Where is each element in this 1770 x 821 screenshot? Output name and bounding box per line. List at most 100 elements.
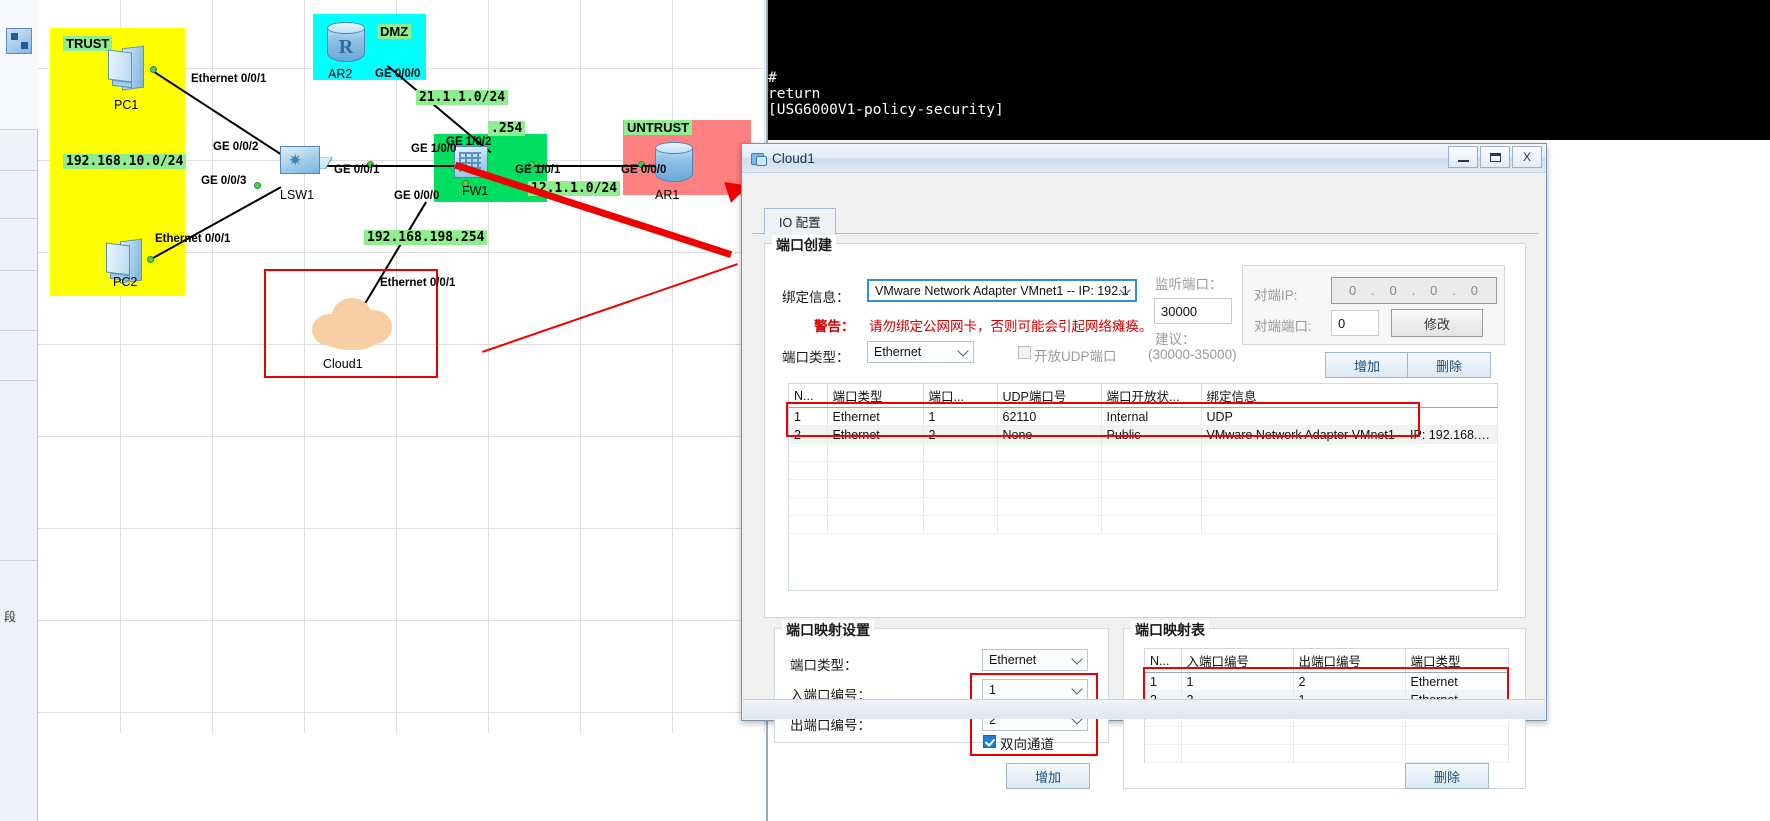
subnet-label-dmz: 21.1.1.0/24 xyxy=(416,90,509,105)
canvas-bottom-area xyxy=(38,733,768,821)
chevron-down-icon xyxy=(1071,653,1083,665)
peer-port-input[interactable]: 0 xyxy=(1331,310,1379,336)
cli-line: action permit xyxy=(768,53,1770,69)
peer-ip-octet: 0 xyxy=(1430,283,1439,298)
zone-label-untrust: UNTRUST xyxy=(624,120,693,135)
listen-port-value: 30000 xyxy=(1161,303,1198,319)
table-row-empty xyxy=(1145,726,1509,745)
peer-ip-octet: 0 xyxy=(1470,283,1479,298)
peer-ip-octet: 0 xyxy=(1348,283,1358,298)
dialog-body: IO 配置 端口创建 绑定信息： VMware Network Adapter … xyxy=(742,173,1546,789)
add-mapping-button[interactable]: 增加 xyxy=(1006,763,1090,789)
map-port-type-label: 端口类型： xyxy=(790,658,858,673)
map-port-type-select[interactable]: Ethernet xyxy=(982,649,1088,671)
minimize-button[interactable] xyxy=(1448,146,1478,168)
device-label-lsw1: LSW1 xyxy=(280,188,315,202)
bind-info-select[interactable]: VMware Network Adapter VMnet1 -- IP: 192… xyxy=(867,279,1137,302)
delete-mapping-button[interactable]: 删除 xyxy=(1405,763,1489,789)
device-label-ar1: AR1 xyxy=(655,188,680,202)
peer-port-label: 对端端口: xyxy=(1254,319,1312,334)
dialog-statusbar xyxy=(743,699,1545,719)
mapping-table-title: 端口映射表 xyxy=(1131,620,1209,640)
cli-line: # xyxy=(768,69,777,86)
device-label-ar2: AR2 xyxy=(328,67,353,81)
subnet-label-dot254: .254 xyxy=(488,121,526,136)
dialog-title-text: Cloud1 xyxy=(772,150,815,166)
iface-lsw1-ge001: GE 0/0/1 xyxy=(334,164,380,176)
port-type-select[interactable]: Ethernet xyxy=(867,341,974,363)
iface-fw1-ge101: GE 1/0/1 xyxy=(515,164,561,176)
peer-ip-octet: 0 xyxy=(1389,283,1398,298)
port-table-highlight-box xyxy=(786,402,1420,437)
maximize-button[interactable] xyxy=(1480,146,1510,168)
network-device-icon[interactable] xyxy=(6,28,32,54)
peer-ip-input[interactable]: 0 . 0 . 0 . 0 xyxy=(1331,277,1497,304)
cli-line: [USG6000V1-policy-security] xyxy=(768,102,1004,119)
rail-divider xyxy=(0,218,38,219)
iface-ar2-ge000: GE 0/0/0 xyxy=(375,68,421,80)
device-ar1-icon[interactable] xyxy=(651,140,697,186)
listen-port-label: 监听端口： xyxy=(1155,277,1223,292)
subnet-label-cloud: 192.168.198.254 xyxy=(364,230,488,245)
table-row-empty xyxy=(789,443,1498,462)
link-endpoint-dot xyxy=(254,182,261,189)
iface-lsw1-ge002: GE 0/0/2 xyxy=(213,141,259,153)
port-type-value: Ethernet xyxy=(874,345,922,359)
tab-io-config[interactable]: IO 配置 xyxy=(764,208,836,234)
open-udp-checkbox[interactable] xyxy=(1018,346,1031,359)
ip-dot-separator: . xyxy=(1411,283,1417,298)
rail-divider xyxy=(0,380,38,381)
device-label-fw1: FW1 xyxy=(462,184,489,198)
ip-dot-separator: . xyxy=(1371,283,1376,298)
topology-canvas[interactable]: TRUST PC1 Ethernet 0/0/1 PC2 Ethernet 0/… xyxy=(38,0,768,733)
iface-ar1-ge000: GE 0/0/0 xyxy=(621,164,667,176)
table-row-empty xyxy=(789,479,1498,498)
iface-pc1-eth001: Ethernet 0/0/1 xyxy=(191,73,267,85)
peer-port-value: 0 xyxy=(1338,315,1346,331)
map-port-type-value: Ethernet xyxy=(989,653,1037,667)
link-endpoint-dot xyxy=(147,256,154,263)
add-port-button[interactable]: 增加 xyxy=(1325,352,1409,378)
close-button[interactable]: X xyxy=(1512,146,1542,168)
cli-line: destination-zone untrust xyxy=(768,37,1770,53)
rail-bottom-label: 段 xyxy=(4,610,17,624)
dialog-titlebar[interactable]: Cloud1 X xyxy=(742,144,1546,173)
device-label-pc1: PC1 xyxy=(114,98,139,112)
tool-rail: 段 xyxy=(0,0,38,821)
cli-terminal[interactable]: rule name DtoUN source-zone dmz destinat… xyxy=(768,0,1770,140)
rail-divider xyxy=(0,270,38,271)
link-endpoint-dot xyxy=(150,66,157,73)
suggest-range: (30000-35000) xyxy=(1148,347,1237,362)
window-buttons[interactable]: X xyxy=(1448,146,1542,168)
table-row-empty xyxy=(789,515,1498,534)
bind-info-label: 绑定信息： xyxy=(782,290,850,305)
ip-dot-separator: . xyxy=(1452,283,1457,298)
zone-label-dmz: DMZ xyxy=(377,24,412,39)
peer-ip-label: 对端IP: xyxy=(1254,288,1298,303)
modify-button[interactable]: 修改 xyxy=(1391,309,1483,337)
device-lsw1-icon[interactable]: ✷ xyxy=(278,140,333,180)
cloud1-dialog[interactable]: Cloud1 X IO 配置 端口创建 绑定信息： VMware Network… xyxy=(741,143,1547,789)
iface-pc2-eth001: Ethernet 0/0/1 xyxy=(155,233,231,245)
iface-lsw1-ge003: GE 0/0/3 xyxy=(201,175,247,187)
delete-port-button[interactable]: 删除 xyxy=(1407,352,1491,378)
port-create-title: 端口创建 xyxy=(772,235,836,255)
listen-port-input[interactable]: 30000 xyxy=(1154,298,1232,324)
table-row-empty xyxy=(789,461,1498,480)
router-glyph-letter: R xyxy=(338,36,354,58)
table-row-empty xyxy=(1145,744,1509,763)
device-ar2-icon[interactable]: R xyxy=(323,20,369,66)
device-label-cloud1: Cloud1 xyxy=(323,357,363,371)
iface-fw1-ge102: GE 1/0/2 xyxy=(446,136,492,148)
iface-cloud1-eth001: Ethernet 0/0/1 xyxy=(380,277,456,289)
tabstrip: IO 配置 xyxy=(752,208,1538,234)
chevron-down-icon xyxy=(957,345,969,357)
cli-line: return xyxy=(768,86,821,103)
rail-divider xyxy=(0,330,38,331)
device-pc1-icon[interactable] xyxy=(108,45,148,91)
iface-fw1-ge000: GE 0/0/0 xyxy=(394,190,440,202)
open-udp-label: 开放UDP端口 xyxy=(1034,349,1117,364)
mapping-settings-title: 端口映射设置 xyxy=(782,620,874,640)
rail-divider xyxy=(0,170,38,171)
device-cloud1-icon[interactable] xyxy=(306,292,398,354)
